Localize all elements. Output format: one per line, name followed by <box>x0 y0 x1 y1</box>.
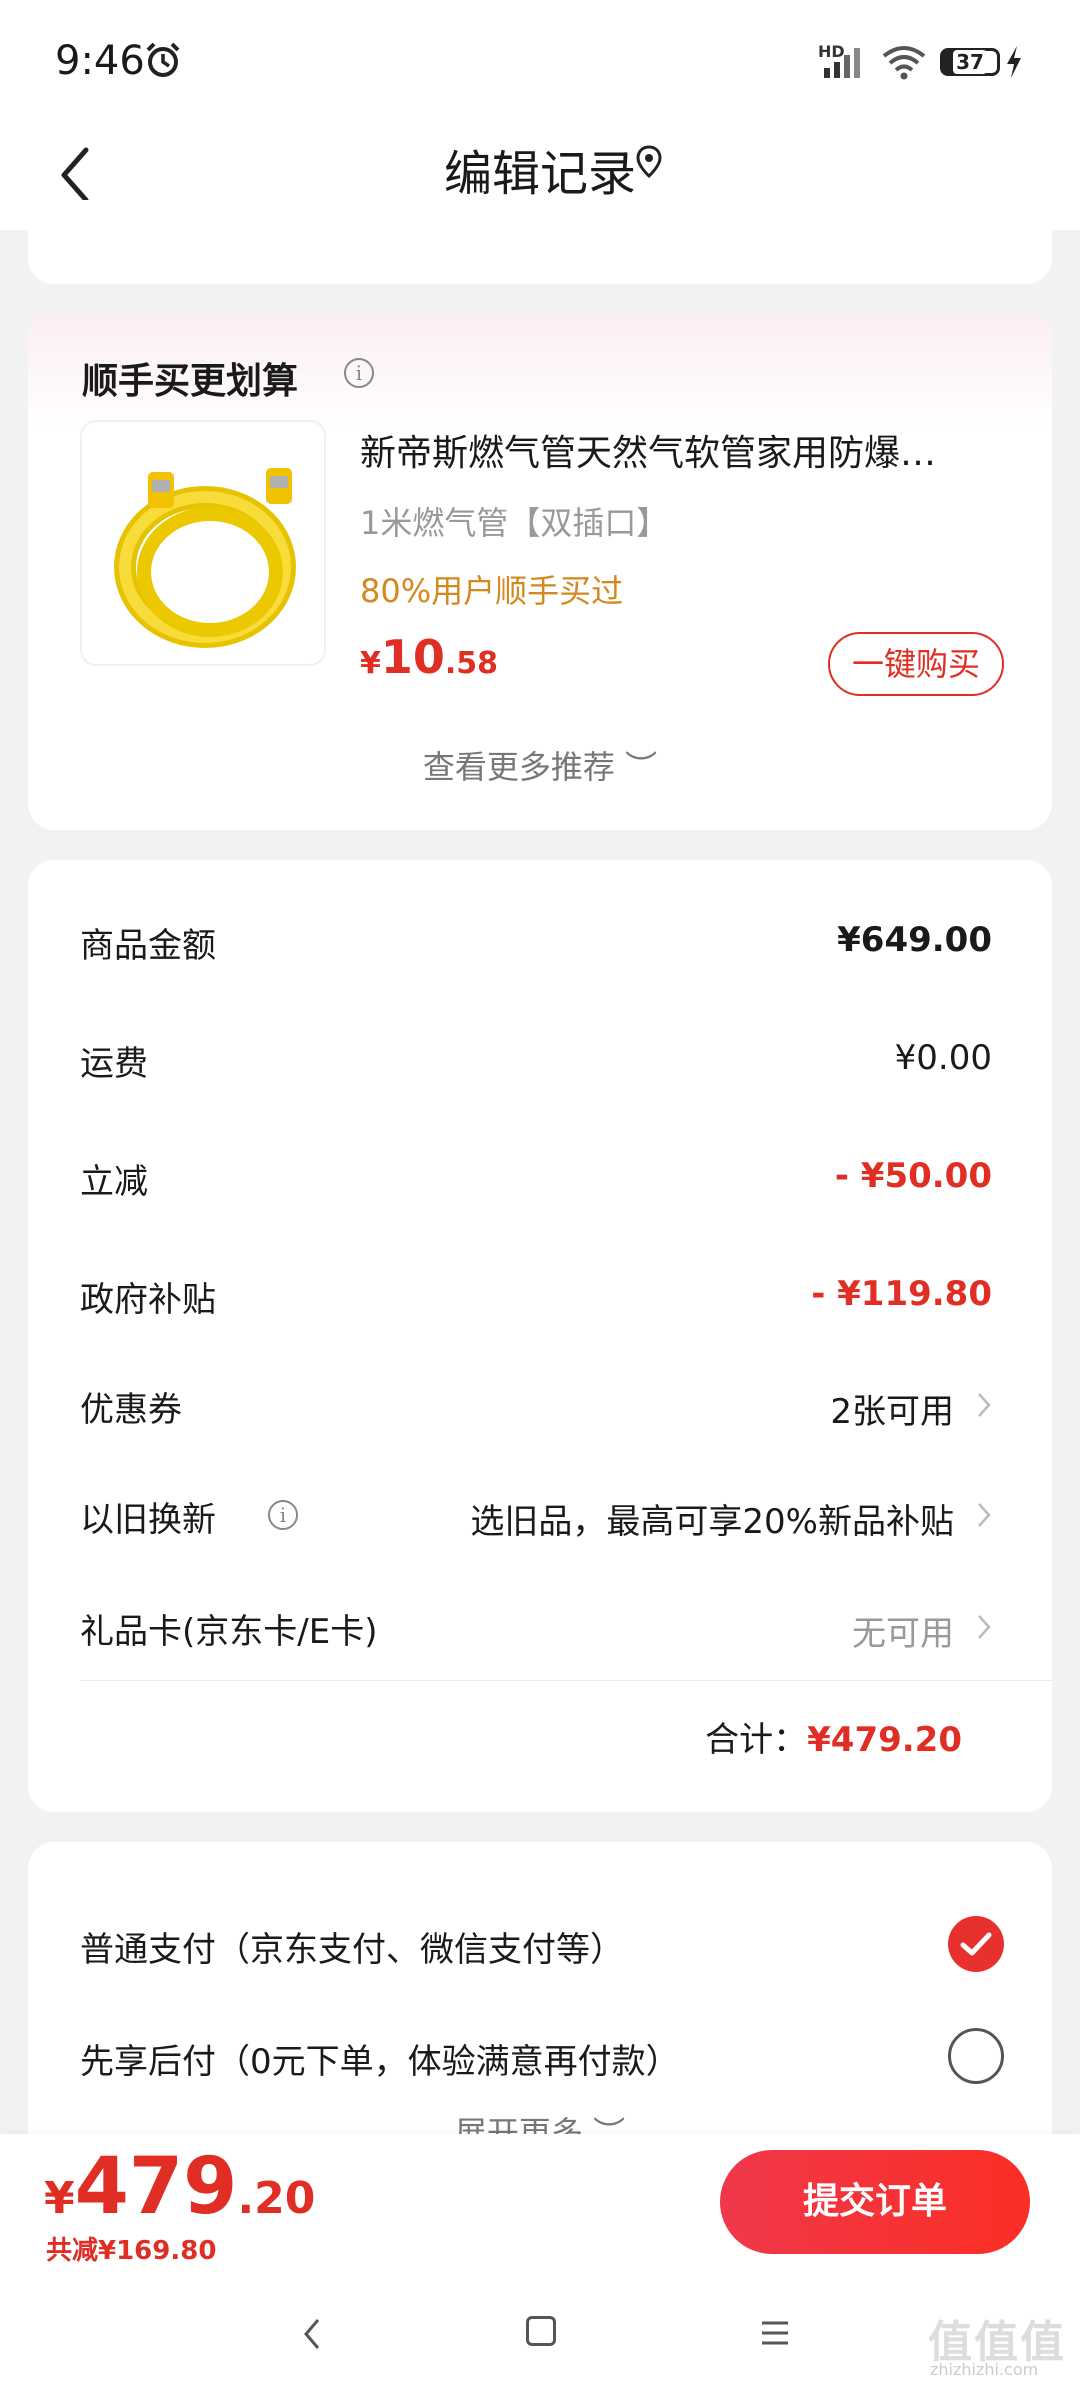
summary-row-coupon[interactable]: 优惠券 2张可用 <box>80 1376 992 1436</box>
summary-value: - ¥50.00 <box>834 1156 992 1196</box>
radio-selected[interactable] <box>948 1916 1004 1972</box>
chevron-right-icon <box>978 1503 991 1527</box>
payment-option-label: 先享后付（0元下单，体验满意再付款） <box>80 2042 680 2082</box>
check-icon <box>960 1932 992 1956</box>
recommendation-title: 顺手买更划算 <box>82 361 299 402</box>
price-decimal: .58 <box>444 646 499 681</box>
checkout-bar: ¥479.20 共减¥169.80 提交订单 <box>0 2134 1080 2274</box>
summary-total: 合计：¥479.20 <box>705 1712 962 1761</box>
total-value: ¥479.20 <box>807 1720 962 1760</box>
summary-label: 运费 <box>80 1044 148 1084</box>
chevron-right-icon <box>978 1615 991 1639</box>
signal-icon <box>824 48 860 78</box>
price-integer: 479 <box>74 2142 238 2232</box>
watermark-url: zhizhizhi.com <box>930 2360 1039 2379</box>
page-title: 编辑记录 <box>443 146 636 202</box>
summary-label: 政府补贴 <box>80 1280 216 1320</box>
price-currency: ¥ <box>360 646 381 681</box>
status-bar: 9:46 HD 37 <box>0 0 1080 120</box>
product-image[interactable] <box>80 420 326 666</box>
system-nav-bar: 值值值 zhizhizhi.com <box>0 2274 1080 2400</box>
summary-label: 以旧换新 <box>80 1500 216 1540</box>
info-icon[interactable]: i <box>268 1500 298 1530</box>
system-menu-icon[interactable] <box>760 2318 790 2348</box>
summary-row-discount: 立减 - ¥50.00 <box>80 1148 992 1208</box>
payable-amount: ¥479.20 <box>44 2142 315 2232</box>
summary-row-tradein[interactable]: 以旧换新 i 选旧品，最高可享20%新品补贴 <box>80 1486 992 1546</box>
radio-unselected[interactable] <box>948 2028 1004 2084</box>
summary-value: 2张可用 <box>830 1392 954 1432</box>
alarm-icon <box>146 42 180 77</box>
battery-level: 37 <box>953 50 987 74</box>
summary-value: - ¥119.80 <box>811 1274 992 1314</box>
payment-card: 普通支付（京东支付、微信支付等） 先享后付（0元下单，体验满意再付款） 展开更多… <box>28 1842 1052 2142</box>
divider <box>80 1680 1052 1681</box>
product-price: ¥10.58 <box>360 630 498 684</box>
summary-label: 礼品卡(京东卡/E卡) <box>80 1612 378 1652</box>
price-currency: ¥ <box>44 2173 75 2224</box>
recommendation-card: 顺手买更划算 i 新帝斯燃气管天然气软管家用防爆… 1米燃气管【双插口】 80%… <box>28 312 1052 830</box>
system-back-icon[interactable] <box>300 2314 324 2354</box>
price-decimal: .20 <box>237 2173 316 2224</box>
payment-option-label: 普通支付（京东支付、微信支付等） <box>80 1930 624 1970</box>
system-home-icon[interactable] <box>526 2316 556 2346</box>
more-recommendations-link[interactable]: 查看更多推荐 ︶ <box>28 742 1052 788</box>
payment-option-bnpl[interactable]: 先享后付（0元下单，体验满意再付款） <box>80 2028 1004 2088</box>
chevron-right-icon <box>978 1393 991 1417</box>
gas-hose-image <box>114 468 296 648</box>
order-summary-card: 商品金额 ¥649.00 运费 ¥0.00 立减 - ¥50.00 政府补贴 -… <box>28 860 1052 1812</box>
social-proof: 80%用户顺手买过 <box>360 572 624 610</box>
summary-value: 选旧品，最高可享20%新品补贴 <box>470 1502 954 1542</box>
summary-label: 立减 <box>80 1162 148 1202</box>
price-integer: 10 <box>380 630 445 684</box>
submit-order-button[interactable]: 提交订单 <box>720 2150 1030 2254</box>
summary-row-goods: 商品金额 ¥649.00 <box>80 912 992 972</box>
product-name[interactable]: 新帝斯燃气管天然气软管家用防爆… <box>360 424 1020 476</box>
summary-value: ¥0.00 <box>894 1038 992 1078</box>
summary-label: 优惠券 <box>80 1390 182 1430</box>
summary-row-subsidy: 政府补贴 - ¥119.80 <box>80 1266 992 1326</box>
info-icon[interactable]: i <box>344 358 374 388</box>
summary-value: 无可用 <box>852 1614 954 1654</box>
summary-value: ¥649.00 <box>837 920 992 960</box>
summary-row-giftcard[interactable]: 礼品卡(京东卡/E卡) 无可用 <box>80 1598 992 1658</box>
summary-row-shipping: 运费 ¥0.00 <box>80 1030 992 1090</box>
total-label: 合计： <box>705 1720 808 1760</box>
one-click-buy-button[interactable]: 一键购买 <box>828 632 1004 696</box>
payment-option-standard[interactable]: 普通支付（京东支付、微信支付等） <box>80 1916 1004 1976</box>
battery-icon: 37 <box>940 48 1000 76</box>
wifi-icon <box>882 46 926 80</box>
status-time: 9:46 <box>55 38 145 84</box>
summary-label: 商品金额 <box>80 926 216 966</box>
previous-card <box>28 200 1052 284</box>
location-pin-icon[interactable] <box>634 144 664 180</box>
product-spec: 1米燃气管【双插口】 <box>360 504 669 542</box>
charging-icon <box>1007 46 1021 78</box>
total-savings: 共减¥169.80 <box>46 2236 217 2266</box>
